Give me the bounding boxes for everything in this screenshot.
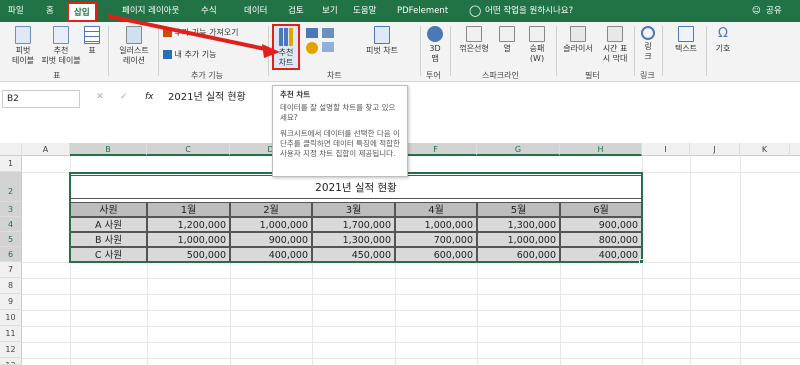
row-header[interactable]: 11 xyxy=(0,326,22,342)
data-cell[interactable]: 1,200,000 xyxy=(147,217,230,232)
gridline xyxy=(22,278,800,279)
header-cell[interactable]: 1월 xyxy=(147,202,230,217)
column-header[interactable]: A xyxy=(22,143,70,156)
data-cell[interactable]: 1,300,000 xyxy=(312,232,395,247)
row-header[interactable]: 12 xyxy=(0,342,22,358)
header-cell[interactable]: 사원 xyxy=(70,202,147,217)
gridline xyxy=(147,262,148,365)
gridline xyxy=(395,262,396,365)
gridline xyxy=(312,262,313,365)
data-cell[interactable]: 1,700,000 xyxy=(312,217,395,232)
data-cell[interactable]: 900,000 xyxy=(560,217,642,232)
data-cell[interactable]: C 사원 xyxy=(70,247,147,262)
row-header[interactable]: 9 xyxy=(0,294,22,310)
select-all-corner[interactable] xyxy=(0,143,22,156)
row-header[interactable]: 7 xyxy=(0,262,22,278)
column-header[interactable]: H xyxy=(560,143,642,156)
row-header[interactable]: 6 xyxy=(0,247,22,262)
data-cell[interactable]: B 사원 xyxy=(70,232,147,247)
data-cell[interactable]: A 사원 xyxy=(70,217,147,232)
header-cell[interactable]: 2월 xyxy=(230,202,312,217)
gridline xyxy=(22,326,800,327)
gridline xyxy=(22,262,800,263)
formula-input[interactable]: 2021년 실적 현황 xyxy=(168,90,246,108)
data-cell[interactable]: 700,000 xyxy=(395,232,477,247)
enter-icon[interactable]: ✓ xyxy=(120,92,128,102)
column-header[interactable]: K xyxy=(740,143,790,156)
gridline xyxy=(740,156,741,365)
data-cell[interactable]: 600,000 xyxy=(395,247,477,262)
gridline xyxy=(22,342,800,343)
header-cell[interactable]: 4월 xyxy=(395,202,477,217)
fill-handle[interactable] xyxy=(639,259,644,264)
gridline xyxy=(230,262,231,365)
sheet-title-cell[interactable]: 2021년 실적 현황 xyxy=(70,175,642,199)
row-header[interactable]: 2 xyxy=(0,172,22,202)
tooltip-text-1: 데이터를 잘 설명할 차트를 찾고 있으세요? xyxy=(280,103,396,122)
column-header[interactable]: I xyxy=(642,143,690,156)
column-header[interactable]: C xyxy=(147,143,230,156)
data-cell[interactable]: 1,000,000 xyxy=(147,232,230,247)
tooltip-text-2: 워크시트에서 데이터를 선택한 다음 이 단추를 클릭하면 데이터 특징에 적합… xyxy=(280,129,400,158)
row-header[interactable]: 13 xyxy=(0,358,22,365)
header-cell[interactable]: 5월 xyxy=(477,202,560,217)
data-cell[interactable]: 400,000 xyxy=(230,247,312,262)
gridline xyxy=(560,262,561,365)
name-box[interactable]: B2 xyxy=(2,90,80,108)
gridline xyxy=(22,172,800,173)
gridline xyxy=(22,294,800,295)
column-header[interactable]: B xyxy=(70,143,147,156)
row-header[interactable]: 4 xyxy=(0,217,22,232)
insert-function-icon[interactable]: fx xyxy=(145,92,154,102)
data-cell[interactable]: 800,000 xyxy=(560,232,642,247)
data-cell[interactable]: 1,300,000 xyxy=(477,217,560,232)
tooltip-title: 추천 차트 xyxy=(280,90,311,99)
column-header[interactable]: G xyxy=(477,143,560,156)
data-cell[interactable]: 1,000,000 xyxy=(395,217,477,232)
header-cell[interactable]: 3월 xyxy=(312,202,395,217)
row-header[interactable]: 8 xyxy=(0,278,22,294)
cancel-icon[interactable]: ✕ xyxy=(96,92,104,102)
recommended-chart-tooltip: 추천 차트 데이터를 잘 설명할 차트를 찾고 있으세요? 워크시트에서 데이터… xyxy=(272,85,408,177)
data-cell[interactable]: 1,000,000 xyxy=(477,232,560,247)
data-cell[interactable]: 450,000 xyxy=(312,247,395,262)
row-header[interactable]: 1 xyxy=(0,156,22,172)
data-cell[interactable]: 1,000,000 xyxy=(230,217,312,232)
row-header[interactable]: 5 xyxy=(0,232,22,247)
gridline xyxy=(22,358,800,359)
data-cell[interactable]: 500,000 xyxy=(147,247,230,262)
gridline xyxy=(22,310,800,311)
header-cell[interactable]: 6월 xyxy=(560,202,642,217)
arrow-annotation xyxy=(107,14,280,58)
column-header[interactable]: J xyxy=(690,143,740,156)
row-header[interactable]: 10 xyxy=(0,310,22,326)
data-cell[interactable]: 600,000 xyxy=(477,247,560,262)
row-header[interactable]: 3 xyxy=(0,202,22,217)
data-cell[interactable]: 400,000 xyxy=(560,247,642,262)
data-cell[interactable]: 900,000 xyxy=(230,232,312,247)
gridline xyxy=(477,262,478,365)
gridline xyxy=(690,156,691,365)
